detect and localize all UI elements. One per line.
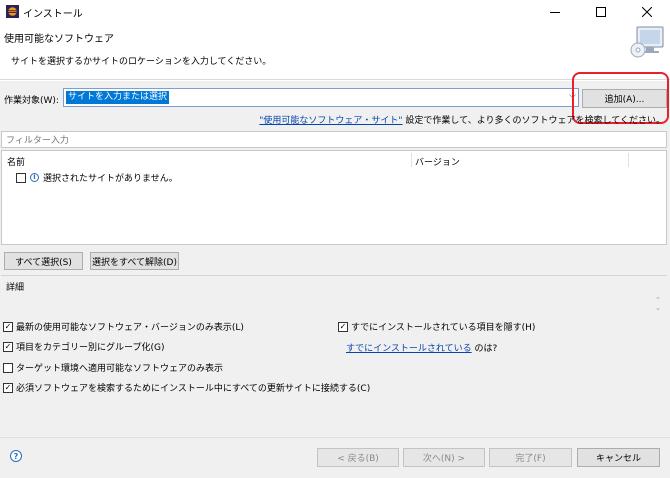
already-installed-link[interactable]: すでにインストールされている	[346, 344, 472, 354]
option-target-environment-only[interactable]: ターゲット環境へ適用可能なソフトウェアのみ表示	[3, 361, 223, 374]
work-with-value: サイトを入力または選択	[66, 91, 170, 104]
tree-row-label: 選択されたサイトがありません。	[43, 174, 178, 184]
info-icon: i	[30, 173, 39, 182]
footer-divider	[0, 437, 670, 438]
installed-items-hint: すでにインストールされている のは?	[346, 341, 497, 354]
option-latest-versions-only[interactable]: ✓ 最新の使用可能なソフトウェア・バージョンのみ表示(L)	[3, 320, 244, 333]
option-hide-installed[interactable]: ✓ すでにインストールされている項目を隠す(H)	[338, 320, 535, 333]
checkbox-checked[interactable]: ✓	[3, 341, 13, 352]
minimize-button[interactable]	[532, 0, 578, 24]
available-sites-hint: "使用可能なソフトウェア・サイト" 設定で作業して、より多くのソフトウェアを検索…	[150, 113, 665, 126]
available-sites-text: 設定で作業して、より多くのソフトウェアを検索してください。	[402, 116, 665, 126]
column-divider[interactable]	[628, 153, 629, 167]
tree-row-checkbox[interactable]	[16, 172, 26, 183]
details-panel	[1, 275, 667, 314]
available-sites-link[interactable]: "使用可能なソフトウェア・サイト"	[259, 116, 402, 126]
installed-hint-suffix: のは?	[471, 344, 498, 354]
work-with-label: 作業対象(W):	[4, 96, 59, 106]
details-scroll-arrows[interactable]: ⌃ ⌄	[655, 296, 661, 312]
software-install-icon	[630, 26, 664, 58]
banner-title: 使用可能なソフトウェア	[4, 34, 114, 45]
close-icon	[642, 7, 652, 17]
option-label: すでにインストールされている項目を隠す(H)	[351, 323, 536, 333]
maximize-button[interactable]	[578, 0, 624, 24]
window-title: インストール	[23, 9, 83, 20]
column-divider[interactable]	[411, 153, 412, 167]
details-label: 詳細	[6, 283, 25, 293]
column-header-version[interactable]: バージョン	[415, 155, 460, 168]
maximize-icon	[596, 7, 606, 17]
checkbox-unchecked[interactable]	[3, 362, 13, 373]
minimize-icon	[550, 12, 560, 13]
finish-button[interactable]: 完了(F)	[489, 448, 572, 467]
next-button[interactable]: 次へ(N) >	[403, 448, 485, 467]
select-all-button[interactable]: すべて選択(S)	[4, 252, 83, 270]
option-label: ターゲット環境へ適用可能なソフトウェアのみ表示	[16, 364, 224, 374]
help-icon[interactable]: ?	[10, 450, 22, 462]
option-label: 最新の使用可能なソフトウェア・バージョンのみ表示(L)	[16, 323, 244, 333]
work-with-combo[interactable]: サイトを入力または選択 ⌵	[63, 88, 579, 107]
checkbox-checked[interactable]: ✓	[338, 321, 348, 332]
banner-description: サイトを選択するかサイトのロケーションを入力してください。	[11, 57, 272, 67]
close-window-button[interactable]	[624, 0, 670, 24]
option-label: 項目をカテゴリー別にグループ化(G)	[16, 343, 165, 353]
filter-input[interactable]	[1, 131, 667, 148]
eclipse-app-icon	[6, 5, 19, 18]
option-contact-all-sites[interactable]: ✓ 必須ソフトウェアを検索するためにインストール中にすべての更新サイトに接続する…	[3, 381, 370, 394]
software-tree[interactable]: 名前 バージョン i 選択されたサイトがありません。	[1, 150, 667, 245]
column-header-name[interactable]: 名前	[7, 155, 25, 168]
checkbox-checked[interactable]: ✓	[3, 382, 13, 393]
cancel-button[interactable]: キャンセル	[577, 448, 660, 467]
checkbox-checked[interactable]: ✓	[3, 321, 13, 332]
option-label: 必須ソフトウェアを検索するためにインストール中にすべての更新サイトに接続する(C…	[16, 384, 371, 394]
tree-row[interactable]: i 選択されたサイトがありません。	[16, 171, 178, 184]
back-button[interactable]: < 戻る(B)	[317, 448, 399, 467]
deselect-all-button[interactable]: 選択をすべて解除(D)	[90, 252, 179, 270]
option-group-by-category[interactable]: ✓ 項目をカテゴリー別にグループ化(G)	[3, 340, 164, 353]
